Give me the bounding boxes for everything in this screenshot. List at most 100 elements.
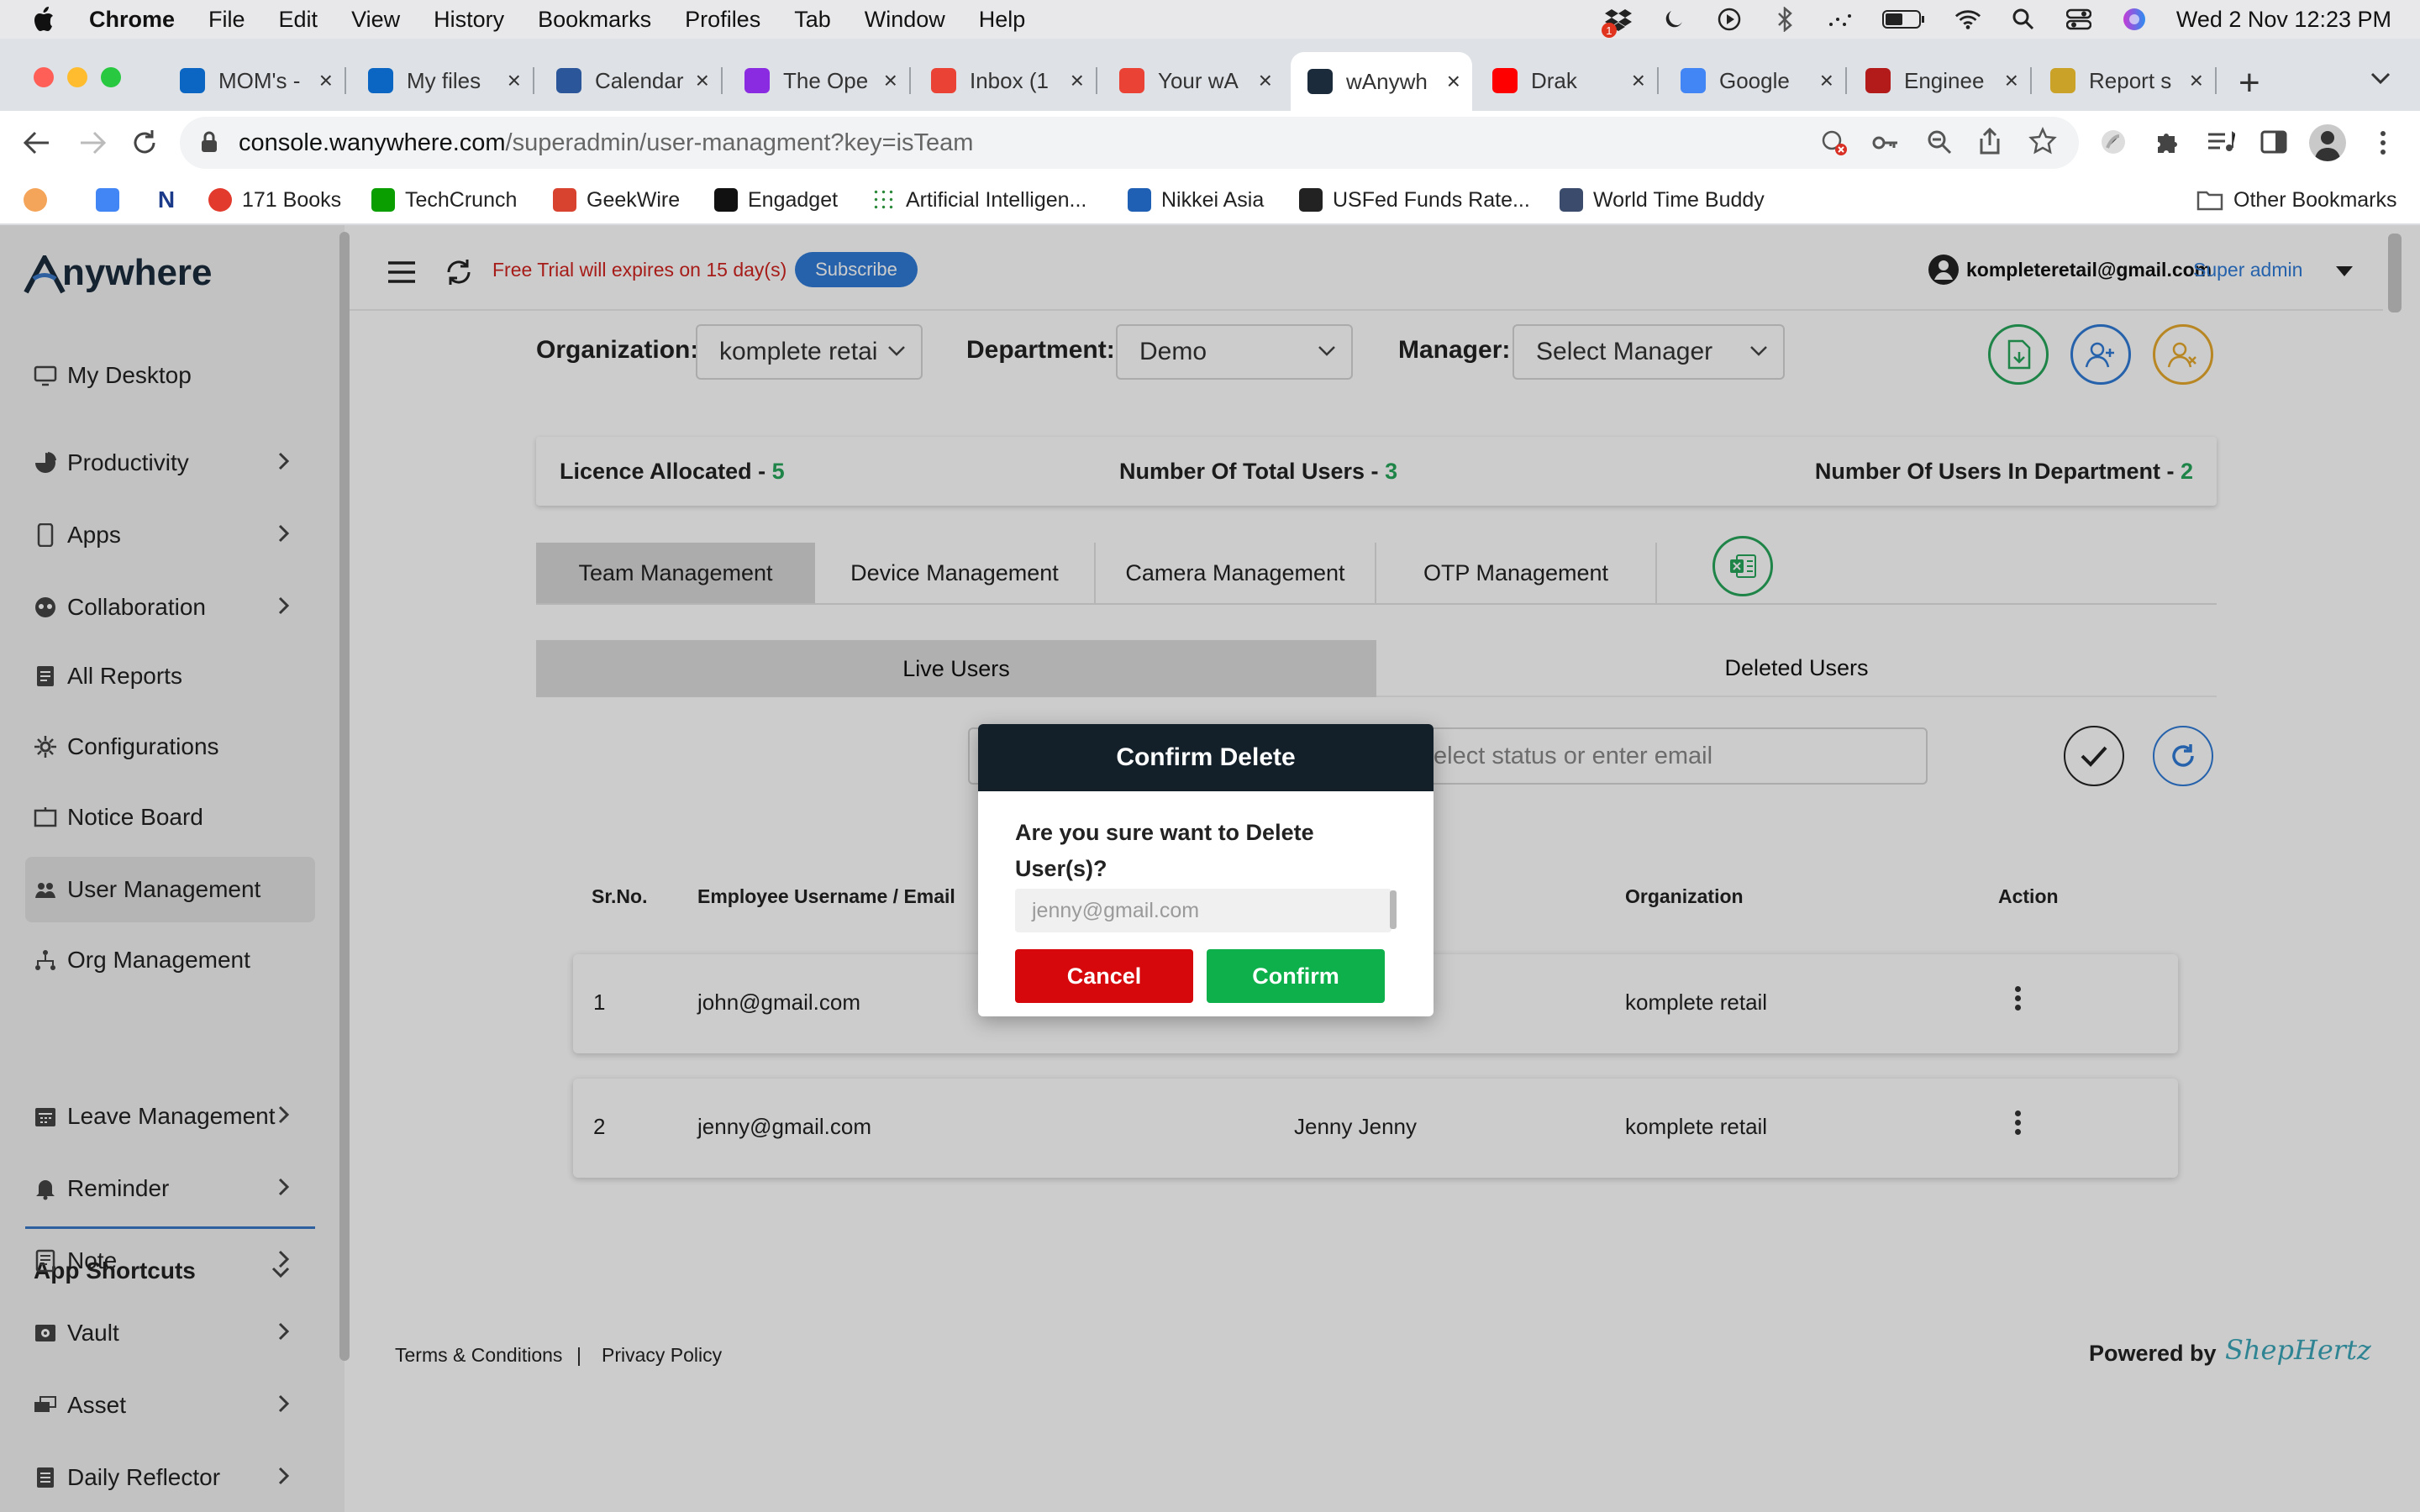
tab-close-icon[interactable]: ×	[696, 67, 709, 94]
control-center-icon[interactable]	[2065, 6, 2092, 33]
tab-favicon-icon	[1307, 69, 1333, 94]
tab-title: Calendar	[595, 67, 684, 93]
browser-tab[interactable]: Enginee ×	[1849, 59, 2032, 102]
bookmark-171-books[interactable]: 171 Books	[208, 185, 341, 215]
world-time-favicon-icon	[1560, 188, 1583, 212]
bookmark-usfed-funds-rate[interactable]: USFed Funds Rate...	[1299, 185, 1530, 215]
chrome-menu-icon[interactable]	[2378, 129, 2388, 160]
tab-close-icon[interactable]: ×	[884, 67, 897, 94]
browser-tab[interactable]: Calendar ×	[539, 59, 723, 102]
tab-title: MOM's -	[218, 67, 301, 93]
close-window-button[interactable]	[34, 67, 54, 87]
bookmark-world-time-buddy[interactable]: World Time Buddy	[1560, 185, 1765, 215]
reading-list-icon[interactable]	[2207, 129, 2236, 159]
tab-favicon-icon	[368, 68, 393, 93]
bookmark-techcrunch[interactable]: TechCrunch	[371, 185, 517, 215]
spotlight-search-icon[interactable]	[2010, 6, 2037, 33]
apple-logo-icon[interactable]	[30, 5, 55, 34]
nikkei-favicon-icon	[1128, 188, 1151, 212]
menu-view[interactable]: View	[351, 7, 400, 33]
confirm-button[interactable]: Confirm	[1207, 949, 1385, 1003]
other-bookmarks[interactable]: Other Bookmarks	[2196, 185, 2397, 215]
zoom-out-icon[interactable]	[1926, 129, 1953, 162]
dropbox-badge: 1	[1601, 23, 1617, 38]
extension-blur-icon[interactable]	[2099, 128, 2128, 160]
browser-tab[interactable]: Your wA ×	[1102, 59, 1284, 102]
menu-file[interactable]: File	[208, 7, 245, 33]
bookmark-orange-swirl[interactable]	[24, 185, 57, 215]
browser-tab[interactable]: Report s ×	[2033, 59, 2217, 102]
browser-tab[interactable]: The Ope ×	[728, 59, 911, 102]
browser-tab[interactable]: Inbox (1 ×	[914, 59, 1097, 102]
bookmark-star-icon[interactable]	[2028, 126, 2057, 162]
tab-separator	[2030, 67, 2032, 94]
confirm-delete-dialog: Confirm Delete Are you sure want to Dele…	[978, 724, 1434, 1016]
menu-app-name[interactable]: Chrome	[89, 7, 175, 33]
tab-favicon-icon	[556, 68, 581, 93]
bookmark-notion[interactable]: N	[155, 185, 188, 215]
browser-tab-strip: MOM's - × My files × Calendar × The Ope × Inbox …	[0, 39, 2420, 111]
bookmark-nikkei-asia[interactable]: Nikkei Asia	[1128, 185, 1264, 215]
bluetooth-icon[interactable]	[1771, 6, 1798, 33]
tab-close-icon[interactable]: ×	[1071, 67, 1084, 94]
menu-help[interactable]: Help	[979, 7, 1026, 33]
new-tab-plus-icon[interactable]: +	[2238, 62, 2260, 104]
tab-close-icon[interactable]: ×	[1259, 67, 1272, 94]
menu-edit[interactable]: Edit	[279, 7, 318, 33]
wifi-icon[interactable]	[1954, 6, 1981, 33]
siri-icon[interactable]	[2121, 6, 2148, 33]
bookmark-engadget[interactable]: Engadget	[714, 185, 838, 215]
engadget-favicon-icon	[714, 188, 738, 212]
bookmark-geekwire[interactable]: GeekWire	[553, 185, 680, 215]
forward-arrow-icon[interactable]	[77, 128, 108, 162]
tab-close-icon[interactable]: ×	[1820, 67, 1833, 94]
dialog-email-list[interactable]: jenny@gmail.com	[1015, 889, 1392, 932]
tab-close-icon[interactable]: ×	[319, 67, 333, 94]
tab-favicon-icon	[2050, 68, 2075, 93]
google-sheets-favicon-icon	[96, 188, 119, 212]
dropbox-icon[interactable]: 1	[1601, 6, 1632, 38]
dialog-email-scrollbar[interactable]	[1390, 890, 1397, 929]
reload-icon[interactable]	[129, 128, 160, 162]
browser-tab[interactable]: wAnywh ×	[1291, 52, 1472, 111]
dialog-question: Are you sure want to Delete User(s)?	[1015, 820, 1314, 881]
back-arrow-icon[interactable]	[22, 128, 52, 162]
address-bar[interactable]: console.wanywhere.com/superadmin/user-ma…	[180, 117, 2079, 169]
browser-tab[interactable]: MOM's - ×	[163, 59, 346, 102]
other-bookmarks-label: Other Bookmarks	[2233, 187, 2397, 212]
menubar-clock[interactable]: Wed 2 Nov 12:23 PM	[2176, 7, 2391, 33]
menu-bookmarks[interactable]: Bookmarks	[538, 7, 651, 33]
play-icon[interactable]	[1716, 6, 1743, 33]
swirl-favicon-icon	[24, 188, 47, 212]
zoom-window-button[interactable]	[101, 67, 121, 87]
menu-window[interactable]: Window	[865, 7, 945, 33]
key-icon[interactable]	[1872, 130, 1899, 162]
minimize-window-button[interactable]	[67, 67, 87, 87]
moon-icon[interactable]	[1660, 6, 1687, 33]
tab-close-icon[interactable]: ×	[1632, 67, 1645, 94]
side-panel-icon[interactable]	[2260, 129, 2287, 159]
menu-profiles[interactable]: Profiles	[685, 7, 760, 33]
browser-tab[interactable]: Google ×	[1664, 59, 1847, 102]
browser-tab[interactable]: My files ×	[351, 59, 534, 102]
tab-close-icon[interactable]: ×	[2005, 67, 2018, 94]
profile-avatar-icon[interactable]	[2309, 124, 2346, 161]
menu-history[interactable]: History	[434, 7, 504, 33]
cancel-button[interactable]: Cancel	[1015, 949, 1193, 1003]
tab-close-icon[interactable]: ×	[2190, 67, 2203, 94]
bookmark-google-sheets[interactable]	[96, 185, 129, 215]
extensions-puzzle-icon[interactable]	[2153, 128, 2181, 160]
lock-icon[interactable]	[200, 130, 218, 160]
menu-tab[interactable]: Tab	[794, 7, 831, 33]
sound-icon[interactable]	[1827, 6, 1854, 33]
dialog-email: jenny@gmail.com	[1032, 898, 1200, 922]
browser-tab[interactable]: Drak ×	[1476, 59, 1659, 102]
share-icon[interactable]	[1978, 127, 2002, 162]
bookmark-artificial-intelligence[interactable]: Artificial Intelligen...	[872, 185, 1086, 215]
camera-blocked-icon[interactable]	[1820, 129, 1849, 164]
macos-menubar: Chrome File Edit View History Bookmarks …	[0, 0, 2420, 39]
folder-icon	[2196, 189, 2223, 211]
tab-search-chevron-icon[interactable]	[2370, 71, 2391, 90]
tab-close-icon[interactable]: ×	[1447, 68, 1460, 95]
tab-close-icon[interactable]: ×	[508, 67, 521, 94]
